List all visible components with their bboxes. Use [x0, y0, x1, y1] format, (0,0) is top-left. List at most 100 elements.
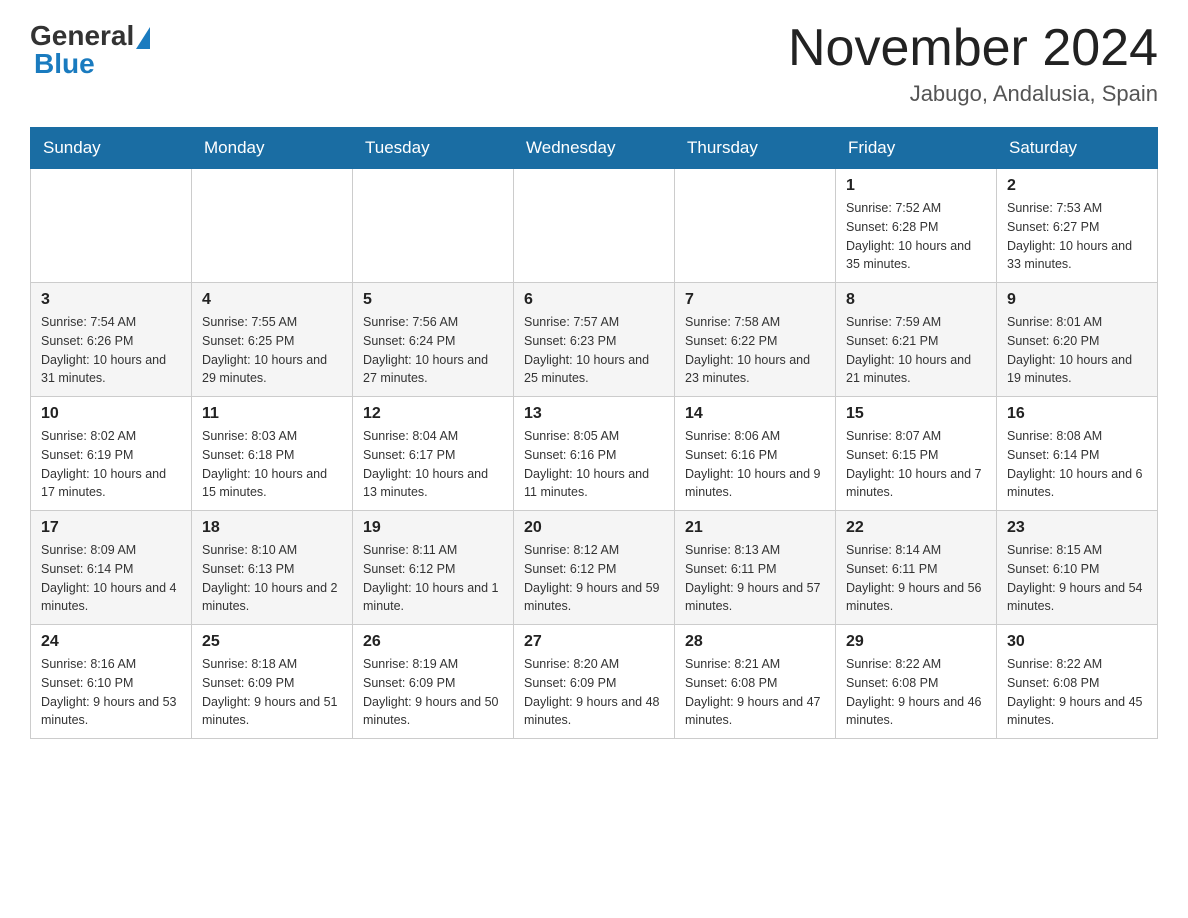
day-header-wednesday: Wednesday — [514, 128, 675, 169]
calendar-cell: 26 Sunrise: 8:19 AM Sunset: 6:09 PM Dayli… — [353, 625, 514, 739]
day-info: Sunrise: 8:10 AM Sunset: 6:13 PM Dayligh… — [202, 541, 342, 616]
day-info: Sunrise: 8:19 AM Sunset: 6:09 PM Dayligh… — [363, 655, 503, 730]
day-info: Sunrise: 8:16 AM Sunset: 6:10 PM Dayligh… — [41, 655, 181, 730]
day-info: Sunrise: 8:15 AM Sunset: 6:10 PM Dayligh… — [1007, 541, 1147, 616]
calendar-cell: 19 Sunrise: 8:11 AM Sunset: 6:12 PM Dayli… — [353, 511, 514, 625]
day-info: Sunrise: 8:04 AM Sunset: 6:17 PM Dayligh… — [363, 427, 503, 502]
calendar-cell — [675, 169, 836, 283]
calendar-cell: 13 Sunrise: 8:05 AM Sunset: 6:16 PM Dayli… — [514, 397, 675, 511]
day-number: 16 — [1007, 405, 1147, 423]
calendar-cell: 2Sunrise: 7:53 AM Sunset: 6:27 PM Daylig… — [997, 169, 1158, 283]
calendar-cell: 8 Sunrise: 7:59 AM Sunset: 6:21 PM Daylig… — [836, 283, 997, 397]
day-number: 23 — [1007, 519, 1147, 537]
day-number: 15 — [846, 405, 986, 423]
day-info: Sunrise: 7:57 AM Sunset: 6:23 PM Dayligh… — [524, 313, 664, 388]
title-section: November 2024 Jabugo, Andalusia, Spain — [788, 20, 1158, 107]
day-number: 13 — [524, 405, 664, 423]
day-number: 26 — [363, 633, 503, 651]
day-info: Sunrise: 8:13 AM Sunset: 6:11 PM Dayligh… — [685, 541, 825, 616]
day-info: Sunrise: 7:58 AM Sunset: 6:22 PM Dayligh… — [685, 313, 825, 388]
day-info: Sunrise: 8:03 AM Sunset: 6:18 PM Dayligh… — [202, 427, 342, 502]
day-header-sunday: Sunday — [31, 128, 192, 169]
calendar-cell: 7 Sunrise: 7:58 AM Sunset: 6:22 PM Daylig… — [675, 283, 836, 397]
day-number: 3 — [41, 291, 181, 309]
day-number: 6 — [524, 291, 664, 309]
logo-triangle-icon — [136, 27, 150, 49]
calendar-cell: 20 Sunrise: 8:12 AM Sunset: 6:12 PM Dayli… — [514, 511, 675, 625]
day-number: 1 — [846, 177, 986, 195]
day-number: 14 — [685, 405, 825, 423]
calendar-cell: 1 Sunrise: 7:52 AM Sunset: 6:28 PM Daylig… — [836, 169, 997, 283]
calendar-cell — [514, 169, 675, 283]
calendar-cell — [31, 169, 192, 283]
day-info: Sunrise: 8:12 AM Sunset: 6:12 PM Dayligh… — [524, 541, 664, 616]
day-number: 17 — [41, 519, 181, 537]
day-info: Sunrise: 7:55 AM Sunset: 6:25 PM Dayligh… — [202, 313, 342, 388]
day-info: Sunrise: 7:52 AM Sunset: 6:28 PM Dayligh… — [846, 199, 986, 274]
day-number: 19 — [363, 519, 503, 537]
calendar-cell: 16 Sunrise: 8:08 AM Sunset: 6:14 PM Dayli… — [997, 397, 1158, 511]
logo: General Blue — [30, 20, 150, 80]
calendar-cell: 10Sunrise: 8:02 AM Sunset: 6:19 PM Dayli… — [31, 397, 192, 511]
day-number: 25 — [202, 633, 342, 651]
day-info: Sunrise: 8:14 AM Sunset: 6:11 PM Dayligh… — [846, 541, 986, 616]
day-number: 2 — [1007, 177, 1147, 195]
calendar-cell: 11 Sunrise: 8:03 AM Sunset: 6:18 PM Dayli… — [192, 397, 353, 511]
calendar-cell: 30Sunrise: 8:22 AM Sunset: 6:08 PM Dayli… — [997, 625, 1158, 739]
day-number: 8 — [846, 291, 986, 309]
month-title: November 2024 — [788, 20, 1158, 77]
day-info: Sunrise: 8:08 AM Sunset: 6:14 PM Dayligh… — [1007, 427, 1147, 502]
day-header-monday: Monday — [192, 128, 353, 169]
calendar-cell: 27 Sunrise: 8:20 AM Sunset: 6:09 PM Dayli… — [514, 625, 675, 739]
day-number: 24 — [41, 633, 181, 651]
day-header-thursday: Thursday — [675, 128, 836, 169]
day-number: 5 — [363, 291, 503, 309]
day-number: 7 — [685, 291, 825, 309]
logo-blue-text: Blue — [30, 48, 95, 80]
calendar-cell: 23 Sunrise: 8:15 AM Sunset: 6:10 PM Dayli… — [997, 511, 1158, 625]
day-number: 27 — [524, 633, 664, 651]
week-row-1: 1 Sunrise: 7:52 AM Sunset: 6:28 PM Daylig… — [31, 169, 1158, 283]
day-number: 21 — [685, 519, 825, 537]
calendar-cell: 6 Sunrise: 7:57 AM Sunset: 6:23 PM Daylig… — [514, 283, 675, 397]
day-info: Sunrise: 8:21 AM Sunset: 6:08 PM Dayligh… — [685, 655, 825, 730]
week-row-3: 10Sunrise: 8:02 AM Sunset: 6:19 PM Dayli… — [31, 397, 1158, 511]
day-info: Sunrise: 8:06 AM Sunset: 6:16 PM Dayligh… — [685, 427, 825, 502]
day-info: Sunrise: 8:09 AM Sunset: 6:14 PM Dayligh… — [41, 541, 181, 616]
day-info: Sunrise: 8:18 AM Sunset: 6:09 PM Dayligh… — [202, 655, 342, 730]
calendar-cell: 15Sunrise: 8:07 AM Sunset: 6:15 PM Dayli… — [836, 397, 997, 511]
day-info: Sunrise: 8:01 AM Sunset: 6:20 PM Dayligh… — [1007, 313, 1147, 388]
calendar-cell: 14 Sunrise: 8:06 AM Sunset: 6:16 PM Dayli… — [675, 397, 836, 511]
calendar-cell: 12Sunrise: 8:04 AM Sunset: 6:17 PM Dayli… — [353, 397, 514, 511]
page-header: General Blue November 2024 Jabugo, Andal… — [30, 20, 1158, 107]
calendar-cell — [192, 169, 353, 283]
calendar-cell: 29 Sunrise: 8:22 AM Sunset: 6:08 PM Dayli… — [836, 625, 997, 739]
calendar-cell: 24 Sunrise: 8:16 AM Sunset: 6:10 PM Dayli… — [31, 625, 192, 739]
location-text: Jabugo, Andalusia, Spain — [788, 81, 1158, 107]
day-number: 10 — [41, 405, 181, 423]
day-number: 29 — [846, 633, 986, 651]
calendar-cell: 5 Sunrise: 7:56 AM Sunset: 6:24 PM Daylig… — [353, 283, 514, 397]
calendar-table: SundayMondayTuesdayWednesdayThursdayFrid… — [30, 127, 1158, 739]
week-row-5: 24 Sunrise: 8:16 AM Sunset: 6:10 PM Dayli… — [31, 625, 1158, 739]
day-number: 30 — [1007, 633, 1147, 651]
calendar-cell: 4Sunrise: 7:55 AM Sunset: 6:25 PM Daylig… — [192, 283, 353, 397]
day-info: Sunrise: 8:22 AM Sunset: 6:08 PM Dayligh… — [846, 655, 986, 730]
calendar-cell: 21 Sunrise: 8:13 AM Sunset: 6:11 PM Dayli… — [675, 511, 836, 625]
day-number: 20 — [524, 519, 664, 537]
day-info: Sunrise: 8:20 AM Sunset: 6:09 PM Dayligh… — [524, 655, 664, 730]
day-info: Sunrise: 7:56 AM Sunset: 6:24 PM Dayligh… — [363, 313, 503, 388]
day-number: 22 — [846, 519, 986, 537]
day-info: Sunrise: 8:11 AM Sunset: 6:12 PM Dayligh… — [363, 541, 503, 616]
calendar-cell: 28 Sunrise: 8:21 AM Sunset: 6:08 PM Dayli… — [675, 625, 836, 739]
calendar-header-row: SundayMondayTuesdayWednesdayThursdayFrid… — [31, 128, 1158, 169]
calendar-cell: 25 Sunrise: 8:18 AM Sunset: 6:09 PM Dayli… — [192, 625, 353, 739]
calendar-cell: 18Sunrise: 8:10 AM Sunset: 6:13 PM Dayli… — [192, 511, 353, 625]
week-row-2: 3Sunrise: 7:54 AM Sunset: 6:26 PM Daylig… — [31, 283, 1158, 397]
day-number: 9 — [1007, 291, 1147, 309]
day-number: 11 — [202, 405, 342, 423]
day-header-tuesday: Tuesday — [353, 128, 514, 169]
day-number: 28 — [685, 633, 825, 651]
day-info: Sunrise: 8:05 AM Sunset: 6:16 PM Dayligh… — [524, 427, 664, 502]
day-info: Sunrise: 7:59 AM Sunset: 6:21 PM Dayligh… — [846, 313, 986, 388]
